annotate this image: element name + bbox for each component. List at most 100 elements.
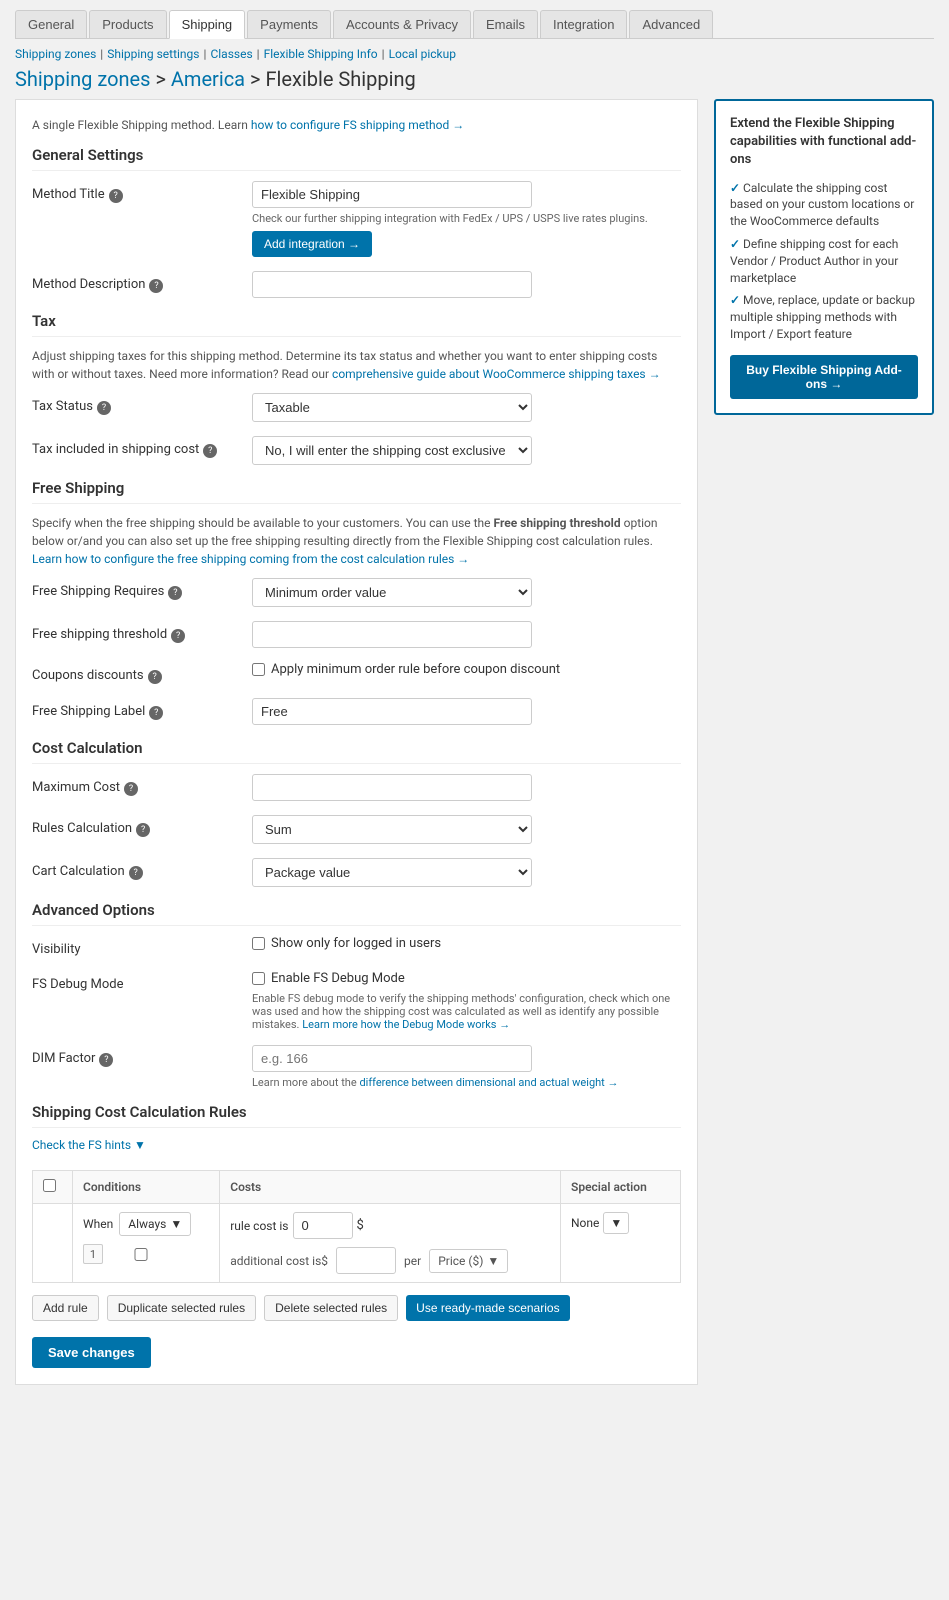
tab-accounts-privacy[interactable]: Accounts & Privacy (333, 10, 471, 38)
dim-factor-input[interactable] (252, 1045, 532, 1072)
tab-general[interactable]: General (15, 10, 87, 38)
per-label: per (404, 1254, 421, 1268)
coupons-field: Apply minimum order rule before coupon d… (252, 662, 681, 677)
dim-factor-help-icon[interactable]: ? (99, 1053, 113, 1067)
special-action-dropdown[interactable]: ▼ (603, 1212, 629, 1234)
col-special-action: Special action (561, 1171, 681, 1204)
sidebar-item-3: Move, replace, update or backup multiple… (730, 292, 918, 342)
special-action-value: None (571, 1216, 599, 1230)
tax-status-help-icon[interactable]: ? (97, 401, 111, 415)
free-shipping-requires-select[interactable]: Minimum order value A valid coupon A min… (252, 578, 532, 607)
additional-cost-row: 1 (83, 1244, 209, 1264)
coupons-checkbox-label[interactable]: Apply minimum order rule before coupon d… (252, 662, 681, 677)
page-breadcrumb: Shipping zones > America > Flexible Ship… (15, 67, 934, 91)
section-general-settings: General Settings (32, 146, 681, 171)
intro-link[interactable]: how to configure FS shipping method → (251, 118, 464, 132)
breadcrumb-classes[interactable]: Classes (210, 47, 252, 61)
col-costs: Costs (220, 1171, 561, 1204)
breadcrumb-america[interactable]: America (171, 67, 245, 91)
duplicate-rules-button[interactable]: Duplicate selected rules (107, 1295, 256, 1321)
cart-calculation-help[interactable]: ? (129, 866, 143, 880)
when-dropdown[interactable]: Always ▼ (119, 1212, 191, 1236)
breadcrumb-shipping-settings[interactable]: Shipping settings (107, 47, 199, 61)
tax-status-select[interactable]: Taxable None (252, 393, 532, 422)
fs-debug-row: FS Debug Mode Enable FS Debug Mode Enabl… (32, 971, 681, 1031)
free-shipping-threshold-help[interactable]: ? (171, 629, 185, 643)
method-description-help-icon[interactable]: ? (149, 279, 163, 293)
tab-integration[interactable]: Integration (540, 10, 627, 38)
maximum-cost-field (252, 774, 681, 801)
additional-cost-input[interactable] (336, 1247, 396, 1274)
rules-calculation-row: Rules Calculation ? Sum Minimum Maximum (32, 815, 681, 844)
sidebar-item-2: Define shipping cost for each Vendor / P… (730, 236, 918, 286)
free-shipping-requires-help[interactable]: ? (168, 586, 182, 600)
free-shipping-label-input[interactable] (252, 698, 532, 725)
rules-calculation-select[interactable]: Sum Minimum Maximum (252, 815, 532, 844)
breadcrumb-fs-info[interactable]: Flexible Shipping Info (264, 47, 378, 61)
delete-rules-button[interactable]: Delete selected rules (264, 1295, 398, 1321)
method-title-input[interactable] (252, 181, 532, 208)
sidebar-title: Extend the Flexible Shipping capabilitie… (730, 115, 918, 170)
hints-link[interactable]: Check the FS hints ▼ (32, 1138, 146, 1152)
free-shipping-requires-field: Minimum order value A valid coupon A min… (252, 578, 681, 607)
intro: A single Flexible Shipping method. Learn… (32, 116, 681, 134)
breadcrumb-local-pickup[interactable]: Local pickup (389, 47, 456, 61)
tax-included-help-icon[interactable]: ? (203, 444, 217, 458)
tax-included-select[interactable]: No, I will enter the shipping cost exclu… (252, 436, 532, 465)
free-shipping-label-help[interactable]: ? (149, 706, 163, 720)
free-shipping-label-field (252, 698, 681, 725)
free-shipping-threshold-input[interactable] (252, 621, 532, 648)
price-dropdown[interactable]: Price ($) ▼ (429, 1249, 508, 1273)
buy-addons-button[interactable]: Buy Flexible Shipping Add-ons → (730, 355, 918, 399)
tax-desc: Adjust shipping taxes for this shipping … (32, 347, 681, 383)
maximum-cost-row: Maximum Cost ? (32, 774, 681, 801)
breadcrumb-shipping-zones-title[interactable]: Shipping zones (15, 67, 150, 91)
fs-debug-checkbox[interactable] (252, 972, 265, 985)
dim-factor-link[interactable]: difference between dimensional and actua… (359, 1076, 618, 1089)
visibility-checkbox[interactable] (252, 937, 265, 950)
method-description-input[interactable] (252, 271, 532, 298)
add-integration-button[interactable]: Add integration → (252, 231, 372, 257)
tab-payments[interactable]: Payments (247, 10, 331, 38)
cart-calculation-select[interactable]: Package value Cart value Both (252, 858, 532, 887)
main-layout: A single Flexible Shipping method. Learn… (15, 99, 934, 1385)
fs-debug-checkbox-label[interactable]: Enable FS Debug Mode (252, 971, 681, 986)
save-changes-button[interactable]: Save changes (32, 1337, 151, 1368)
free-shipping-threshold-row: Free shipping threshold ? (32, 621, 681, 648)
dim-factor-field: Learn more about the difference between … (252, 1045, 681, 1089)
select-all-checkbox[interactable] (43, 1179, 56, 1192)
section-free-shipping: Free Shipping (32, 479, 681, 504)
fs-debug-link[interactable]: Learn more how the Debug Mode works → (302, 1018, 510, 1031)
maximum-cost-help[interactable]: ? (124, 782, 138, 796)
breadcrumb-shipping-zones[interactable]: Shipping zones (15, 47, 96, 61)
intro-text: A single Flexible Shipping method. Learn (32, 118, 248, 132)
rule-conditions-inner: When Always ▼ (83, 1212, 209, 1236)
maximum-cost-label: Maximum Cost ? (32, 774, 252, 796)
tab-products[interactable]: Products (89, 10, 166, 38)
maximum-cost-input[interactable] (252, 774, 532, 801)
visibility-checkbox-label[interactable]: Show only for logged in users (252, 936, 681, 951)
tax-desc-link[interactable]: comprehensive guide about WooCommerce sh… (332, 367, 661, 381)
method-title-help-icon[interactable]: ? (109, 189, 123, 203)
add-rule-button[interactable]: Add rule (32, 1295, 99, 1321)
coupons-help-icon[interactable]: ? (148, 670, 162, 684)
rules-calculation-help[interactable]: ? (136, 823, 150, 837)
tab-shipping[interactable]: Shipping (169, 10, 246, 39)
method-description-field (252, 271, 681, 298)
tab-advanced[interactable]: Advanced (629, 10, 713, 38)
use-scenarios-button[interactable]: Use ready-made scenarios (406, 1295, 569, 1321)
rule-cost-row: rule cost is $ (230, 1212, 550, 1239)
free-shipping-link[interactable]: Learn how to configure the free shipping… (32, 552, 469, 566)
free-shipping-requires-row: Free Shipping Requires ? Minimum order v… (32, 578, 681, 607)
rule-cost-label: rule cost is (230, 1219, 288, 1233)
sidebar-item-1: Calculate the shipping cost based on you… (730, 180, 918, 230)
rule-cost-input[interactable] (293, 1212, 353, 1239)
method-description-row: Method Description ? (32, 271, 681, 298)
rules-calculation-field: Sum Minimum Maximum (252, 815, 681, 844)
tab-emails[interactable]: Emails (473, 10, 538, 38)
visibility-row: Visibility Show only for logged in users (32, 936, 681, 957)
coupons-checkbox[interactable] (252, 663, 265, 676)
rule-row: When Always ▼ 1 (33, 1204, 681, 1283)
rule-row-checkbox[interactable] (111, 1248, 171, 1261)
section-advanced-options: Advanced Options (32, 901, 681, 926)
